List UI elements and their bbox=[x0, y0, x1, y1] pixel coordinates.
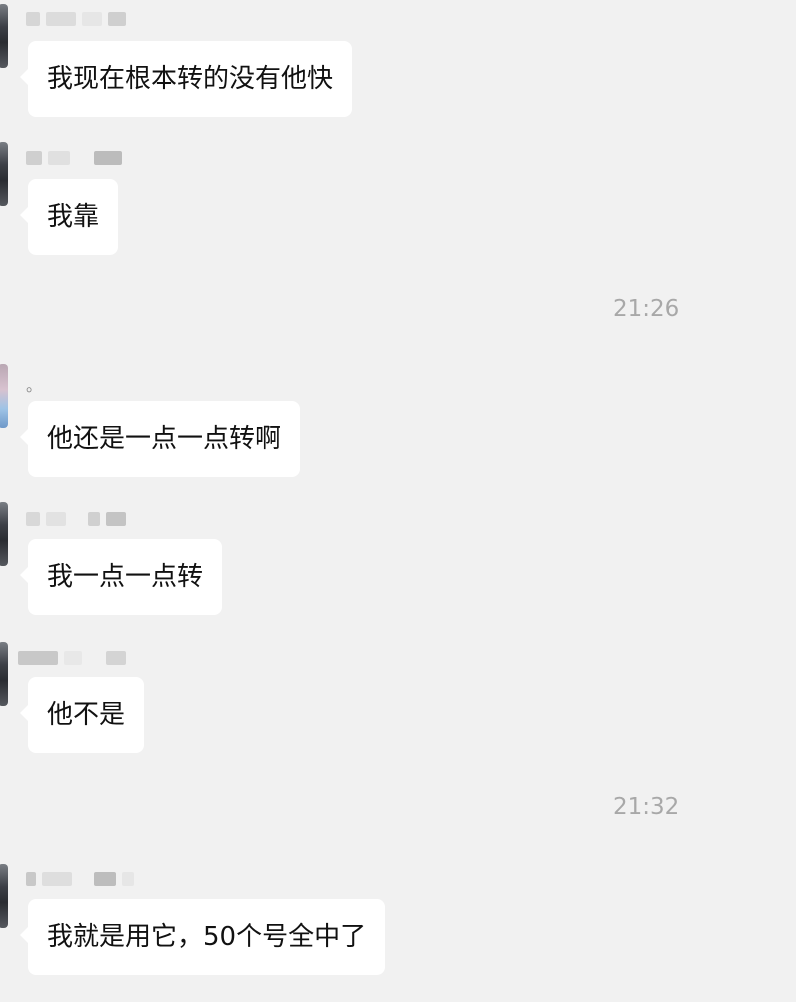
message-text: 我就是用它，50个号全中了 bbox=[47, 922, 367, 952]
message-bubble[interactable]: 他不是 bbox=[19, 677, 145, 753]
message-bubble[interactable]: 我就是用它，50个号全中了 bbox=[19, 899, 386, 975]
message-text: 他不是 bbox=[47, 700, 126, 730]
message-bubble[interactable]: 我现在根本转的没有他快 bbox=[19, 41, 353, 117]
message-text: 我一点一点转 bbox=[47, 562, 204, 592]
message-bubble[interactable]: 我靠 bbox=[19, 179, 119, 255]
sender-name-blurred bbox=[26, 149, 122, 167]
sender-name-blurred bbox=[26, 510, 126, 528]
message-bubble[interactable]: 他还是一点一点转啊 bbox=[19, 401, 301, 477]
sender-name: 。 bbox=[26, 376, 43, 395]
message-text: 我靠 bbox=[47, 202, 100, 232]
avatar[interactable] bbox=[0, 642, 8, 706]
message-text: 我现在根本转的没有他快 bbox=[47, 64, 334, 94]
avatar[interactable] bbox=[0, 864, 8, 928]
avatar[interactable] bbox=[0, 364, 8, 428]
message-text: 他还是一点一点转啊 bbox=[47, 424, 282, 454]
message-bubble[interactable]: 我一点一点转 bbox=[19, 539, 223, 615]
avatar[interactable] bbox=[0, 4, 8, 68]
sender-name-blurred bbox=[26, 10, 126, 28]
avatar[interactable] bbox=[0, 502, 8, 566]
avatar[interactable] bbox=[0, 142, 8, 206]
sender-name-blurred bbox=[26, 870, 134, 888]
sender-name-blurred bbox=[18, 649, 126, 667]
